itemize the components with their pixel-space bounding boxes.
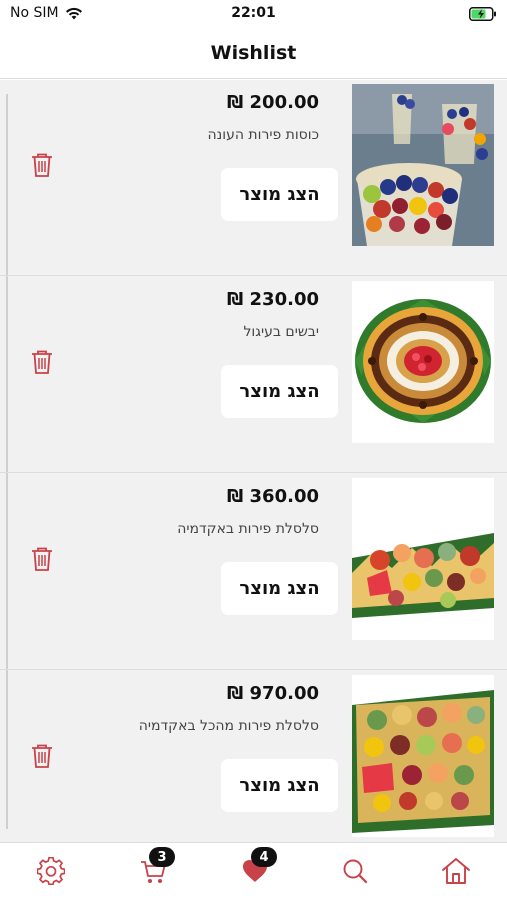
- search-icon: [343, 859, 368, 884]
- header: Wishlist: [0, 28, 507, 79]
- trash-icon[interactable]: [30, 349, 54, 375]
- product-image[interactable]: [352, 84, 494, 246]
- tab-settings[interactable]: [33, 853, 69, 889]
- wishlist-item: ₪ 230.00 יבשים בעיגול הצג מוצר: [0, 277, 507, 473]
- product-image[interactable]: [352, 281, 494, 443]
- product-image[interactable]: [352, 675, 494, 837]
- item-price: ₪ 200.00: [226, 92, 319, 113]
- status-bar: No SIM 22:01: [0, 0, 507, 28]
- view-product-button[interactable]: הצג מוצר: [221, 365, 338, 418]
- trash-icon[interactable]: [30, 743, 54, 769]
- item-name: כוסות פירות העונה: [207, 127, 320, 143]
- status-time: 22:01: [231, 5, 276, 21]
- gear-icon: [37, 857, 65, 885]
- bottom-tab-bar: 3 4: [0, 842, 507, 901]
- view-product-button[interactable]: הצג מוצר: [221, 759, 338, 812]
- view-product-button[interactable]: הצג מוצר: [221, 562, 338, 615]
- item-name: יבשים בעיגול: [243, 324, 319, 340]
- view-product-button[interactable]: הצג מוצר: [221, 168, 338, 221]
- tab-home[interactable]: [438, 853, 474, 889]
- item-name: סלסלת פירות באקדמיה: [177, 521, 319, 537]
- trash-icon[interactable]: [30, 152, 54, 178]
- product-image[interactable]: [352, 478, 494, 640]
- trash-icon[interactable]: [30, 546, 54, 572]
- item-price: ₪ 230.00: [226, 289, 319, 310]
- tab-cart[interactable]: 3: [135, 847, 175, 889]
- home-icon: [442, 858, 470, 884]
- wishlist-count-badge: 4: [251, 847, 277, 867]
- page-title: Wishlist: [210, 42, 297, 64]
- wishlist-list[interactable]: ₪ 200.00 כוסות פירות העונה הצג מוצר ₪ 23…: [0, 80, 507, 842]
- item-price: ₪ 360.00: [226, 486, 319, 507]
- item-price: ₪ 970.00: [226, 683, 319, 704]
- tab-search[interactable]: [337, 853, 373, 889]
- battery-icon: [469, 6, 497, 25]
- wishlist-item: ₪ 200.00 כוסות פירות העונה הצג מוצר: [0, 80, 507, 276]
- item-name: סלסלת פירות מהכל באקדמיה: [138, 718, 319, 734]
- tab-wishlist[interactable]: 4: [237, 847, 277, 889]
- wishlist-item: ₪ 970.00 סלסלת פירות מהכל באקדמיה הצג מו…: [0, 671, 507, 842]
- wishlist-item: ₪ 360.00 סלסלת פירות באקדמיה הצג מוצר: [0, 474, 507, 670]
- cart-count-badge: 3: [149, 847, 175, 867]
